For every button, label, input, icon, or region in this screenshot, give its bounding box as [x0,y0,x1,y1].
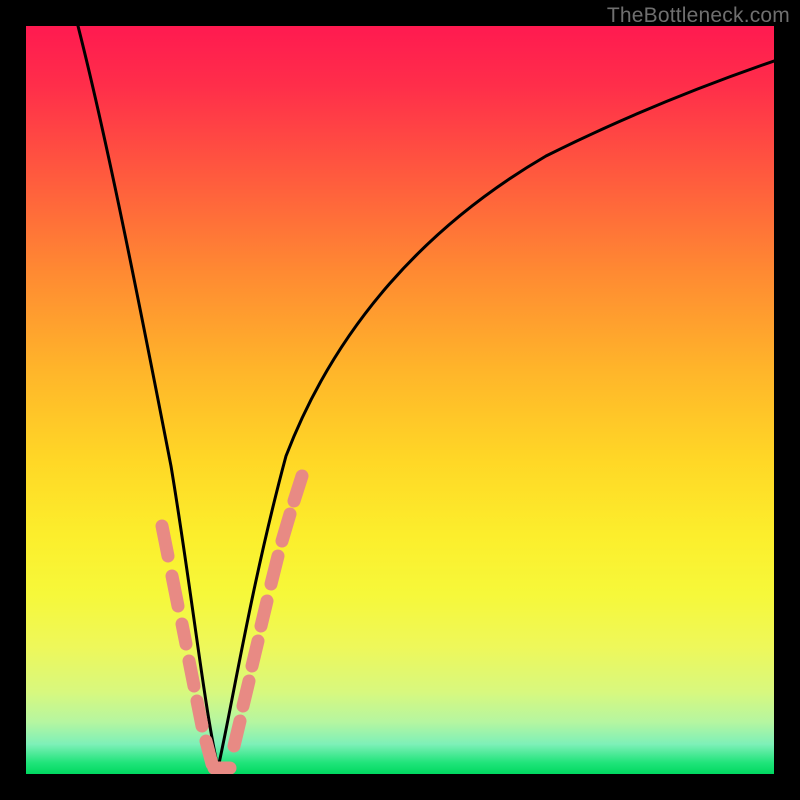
curve-marker [172,576,178,606]
curve-marker [189,661,194,686]
curve-layer [26,26,774,774]
chart-frame: TheBottleneck.com [0,0,800,800]
curve-marker [261,601,267,626]
marker-group [162,476,302,768]
curve-marker [206,741,212,764]
curve-marker [197,701,202,726]
curve-marker [252,641,258,666]
plot-area [26,26,774,774]
curve-marker [294,476,302,501]
bottleneck-curve [78,26,774,768]
curve-marker [234,721,240,746]
curve-marker [182,624,186,644]
curve-marker [282,514,290,541]
curve-marker [243,681,249,706]
curve-marker [162,526,168,556]
curve-marker [271,556,278,584]
watermark-text: TheBottleneck.com [607,4,790,28]
